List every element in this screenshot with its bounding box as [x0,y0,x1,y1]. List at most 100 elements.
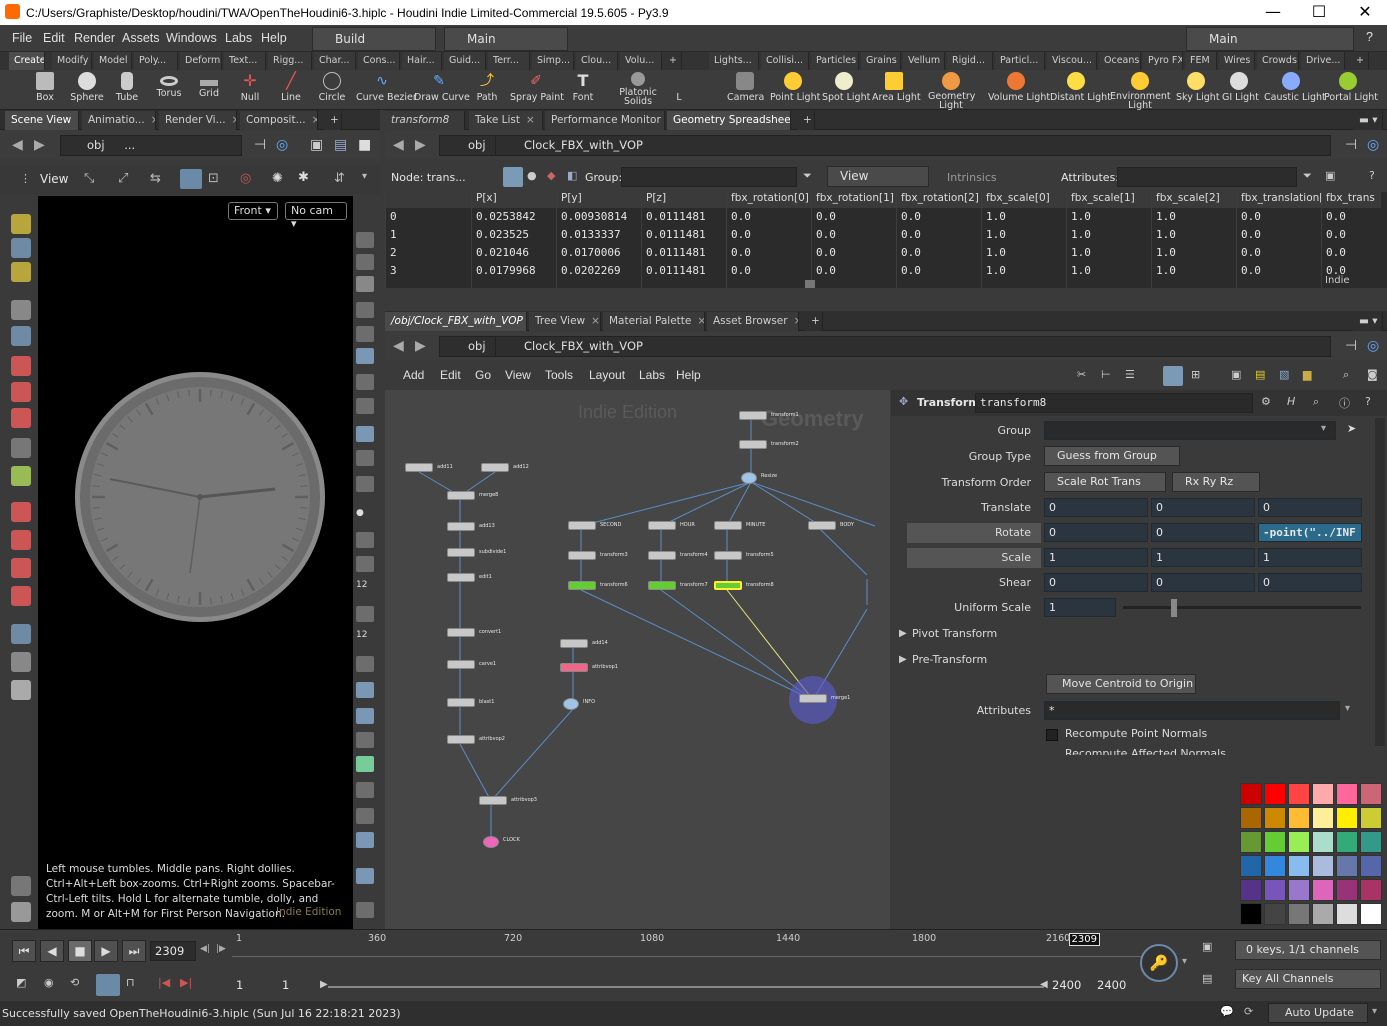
node-transform2[interactable] [739,440,767,449]
link-icon[interactable]: ◎ [1367,137,1379,153]
view-menu[interactable]: View [40,172,68,186]
magnet-icon[interactable] [11,586,31,606]
node-subdivide1[interactable] [447,548,475,557]
box-icon[interactable]: ▆ [1303,368,1311,381]
tool-spot-light[interactable]: Spot Light [822,72,870,103]
display-option-icon-8[interactable] [356,426,374,442]
snap-point-icon[interactable] [11,558,31,578]
right-desktop-dropdown[interactable]: Main [1186,27,1354,51]
forward-arrow-icon[interactable]: ▶ [34,137,45,153]
network-path-obj[interactable]: obj [439,336,495,357]
channel-icon[interactable]: ▣ [1202,940,1212,953]
square-icon[interactable]: ■ [358,137,371,153]
display-option-icon-13[interactable] [356,606,374,622]
tool-draw-curve[interactable]: ✎ Draw Curve [414,72,470,103]
tab-network-editor[interactable]: /obj/Clock_FBX_with_VOP× [385,312,527,331]
display-option-icon-14[interactable] [356,656,374,672]
color-swatch[interactable] [1360,879,1382,901]
tool-area-light[interactable]: Area Light [872,72,921,103]
add-tab-icon[interactable]: + [797,111,815,130]
cubes-icon[interactable]: ▤ [334,137,347,153]
realtime-icon[interactable]: ◩ [16,976,26,989]
menu-render[interactable]: Render [74,31,115,45]
attributes-input[interactable] [1117,167,1297,187]
tool-caustic-light[interactable]: Caustic Light [1264,72,1326,103]
display-option-icon-21[interactable] [356,832,374,848]
shelf-tab-terr[interactable]: Terr... [488,52,530,70]
shelf-tab-simp[interactable]: Simp... [532,52,574,70]
menu-labs[interactable]: Labs [225,31,252,45]
detail-mode-icon[interactable]: ◧ [567,169,577,182]
maximize-button[interactable]: ☐ [1296,0,1342,25]
node-transform4[interactable] [648,551,676,560]
range-start-field-2[interactable]: 1 [278,976,322,996]
sheet-column-header[interactable]: fbx_rotation[1] [812,192,896,208]
color-swatch[interactable] [1240,879,1262,901]
color-swatch[interactable] [1312,783,1334,805]
shelf-tab-guid[interactable]: Guid... [444,52,486,70]
expand-icon[interactable]: ▾ [362,171,367,182]
search-icon[interactable]: ⌕ [1313,395,1319,409]
menu-assets[interactable]: Assets [122,31,160,45]
next-key-icon[interactable]: ▶| [180,976,192,989]
node-transform1[interactable] [739,411,767,420]
screenshot-icon[interactable] [11,876,31,896]
sheet-column-header[interactable]: P[y] [557,192,641,208]
shelf-tab-char[interactable]: Char... [314,52,356,70]
tool-grid[interactable]: Grid [196,72,222,99]
menu-file[interactable]: File [12,31,32,45]
display-option-icon-6[interactable] [356,374,374,390]
link-icon[interactable]: ◎ [1367,338,1379,354]
attributes-param-field[interactable]: * [1044,701,1340,720]
color-swatch[interactable] [1264,783,1286,805]
color-swatch[interactable] [1240,855,1262,877]
node-clock[interactable] [483,836,499,848]
shelf-tab-viscou[interactable]: Viscou... [1047,52,1097,70]
display-option-icon-1[interactable] [356,232,374,248]
display-option-icon-22[interactable] [356,868,374,884]
color-swatch[interactable] [1336,855,1358,877]
scale-x[interactable]: 1 [1044,548,1148,567]
tab-take-list[interactable]: Take List × [469,111,543,130]
color-swatch[interactable] [1360,831,1382,853]
shelf-tab-create[interactable]: Create [9,52,45,70]
keys-channels-dropdown[interactable]: 0 keys, 1/1 channels [1235,940,1381,960]
zoom-icon[interactable]: ⊡ [208,171,219,186]
pose-tool-icon[interactable] [11,466,31,486]
net-menu-labs[interactable]: Labs [639,368,665,382]
shelf-tab-modify[interactable]: Modify [52,52,92,70]
sheet-column-header[interactable]: P[x] [472,192,556,208]
tool-sphere[interactable]: Sphere [70,72,104,103]
options-icon[interactable]: ⇵ [334,171,345,186]
sticky-note-icon[interactable]: ▤ [1255,368,1265,381]
grid-layout2-icon[interactable]: ⊞ [1191,368,1200,381]
tool-environment-light[interactable]: Environment Light [1110,72,1171,110]
stop-button[interactable]: ■ [68,940,92,962]
range-slider-start-handle[interactable]: ▶ [320,979,328,990]
back-arrow-icon[interactable]: ◀ [12,137,23,153]
shelf-tab-drive[interactable]: Drive... [1301,52,1345,70]
tab-material-palette[interactable]: Material Palette× [603,312,705,331]
rotation-order-dropdown[interactable]: Rx Ry Rz [1172,472,1260,492]
uniform-scale-field[interactable]: 1 [1044,598,1116,617]
pin-icon[interactable]: ⊣ [254,137,266,153]
shelf-tab-wires[interactable]: Wires [1219,52,1255,70]
attr-options-icon[interactable]: ▣ [1325,169,1335,182]
display-option-icon-15[interactable] [356,682,374,698]
light-icon[interactable]: ✺ [272,171,283,186]
points-mode-icon[interactable] [503,167,523,187]
menu-edit[interactable]: Edit [43,31,65,45]
step-back-icon[interactable]: ◀| [200,944,210,954]
tool-volume-light[interactable]: Volume Light [988,72,1050,103]
shelf-tab-vellum[interactable]: Vellum [903,52,945,70]
color-swatch[interactable] [1264,903,1286,925]
sheet-column-header[interactable]: fbx_translation[ [1237,192,1321,208]
tool-curve-bezier[interactable]: ∿ Curve Bezier [356,72,417,103]
tab-geometry-spreadsheet[interactable]: Geometry Spreadsheet× [667,111,791,130]
range-end-field-2[interactable]: 2400 [1093,976,1137,996]
node-body[interactable] [808,521,836,530]
arrow-tool-icon[interactable] [11,300,31,320]
range-slider-end-handle[interactable]: ◀ [1040,979,1048,990]
node-convert1[interactable] [447,628,475,637]
geometry-spreadsheet[interactable]: 0 1 2 3 P[x] 0.0253842 0.023525 0.021046 0.01799… [385,192,1387,288]
